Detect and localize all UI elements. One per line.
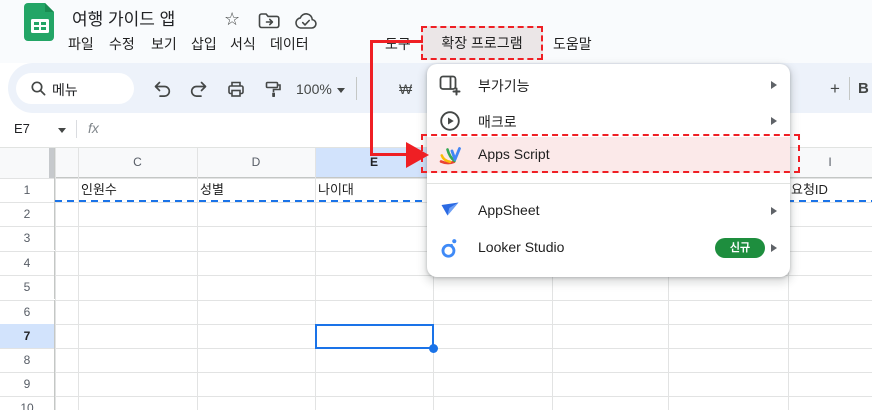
fx-label: fx bbox=[88, 120, 99, 136]
dropdown-item-label: 부가기능 bbox=[478, 78, 530, 94]
gridline bbox=[78, 148, 79, 410]
submenu-arrow-icon bbox=[771, 244, 777, 252]
annotation-line bbox=[370, 153, 410, 156]
dropdown-item-looker-studio[interactable]: Looker Studio 신규 bbox=[427, 230, 790, 266]
column-header-c[interactable]: C bbox=[78, 148, 197, 177]
column-header-d[interactable]: D bbox=[197, 148, 315, 177]
menu-insert[interactable]: 삽입 bbox=[189, 31, 219, 57]
row-header-10[interactable]: 10 bbox=[0, 396, 55, 410]
row-header-6[interactable]: 6 bbox=[0, 300, 55, 324]
row-header-2[interactable]: 2 bbox=[0, 202, 55, 226]
name-box[interactable]: E7 bbox=[14, 121, 30, 136]
gridline bbox=[0, 372, 872, 373]
row-header-5[interactable]: 5 bbox=[0, 275, 55, 299]
column-header-b[interactable] bbox=[55, 148, 78, 177]
menu-tools[interactable]: 도구 bbox=[383, 31, 413, 57]
menu-view[interactable]: 보기 bbox=[149, 31, 179, 57]
macro-play-icon bbox=[439, 110, 463, 132]
zoom-value[interactable]: 100% bbox=[296, 81, 332, 97]
dropdown-item-label: Looker Studio bbox=[478, 239, 565, 255]
cell-d1[interactable]: 성별 bbox=[200, 178, 224, 202]
menu-file[interactable]: 파일 bbox=[66, 31, 96, 57]
star-icon[interactable]: ☆ bbox=[224, 9, 240, 30]
looker-studio-icon bbox=[439, 237, 463, 259]
dropdown-item-label: 매크로 bbox=[478, 114, 517, 130]
annotation-line bbox=[370, 40, 423, 43]
row-header-7[interactable]: 7 bbox=[0, 324, 55, 348]
submenu-arrow-icon bbox=[771, 207, 777, 215]
menu-data[interactable]: 데이터 bbox=[268, 31, 311, 57]
gridline bbox=[0, 396, 872, 397]
gridline bbox=[197, 148, 198, 410]
addon-icon bbox=[439, 74, 463, 96]
google-sheets-window: 여행 가이드 앱 ☆ 파일 수정 보기 삽입 서식 데이터 도구 확장 프로그램… bbox=[0, 0, 872, 410]
menu-edit[interactable]: 수정 bbox=[107, 31, 137, 57]
dropdown-item-appsheet[interactable]: AppSheet bbox=[427, 193, 790, 229]
zoom-caret-icon[interactable] bbox=[337, 88, 345, 93]
dropdown-item-label: AppSheet bbox=[478, 202, 540, 218]
add-button[interactable]: + bbox=[830, 79, 840, 99]
gridline bbox=[315, 148, 316, 410]
row-header-3[interactable]: 3 bbox=[0, 226, 55, 250]
dropdown-item-addons[interactable]: 부가기능 bbox=[427, 67, 790, 103]
row-header-9[interactable]: 9 bbox=[0, 372, 55, 396]
corner-edge bbox=[49, 148, 54, 178]
selected-cell-e7[interactable] bbox=[315, 324, 434, 349]
cell-c1[interactable]: 인원수 bbox=[81, 178, 117, 202]
currency-format-button[interactable]: ₩ bbox=[399, 81, 412, 97]
fill-handle[interactable] bbox=[429, 344, 438, 353]
row-header-1[interactable]: 1 bbox=[0, 178, 55, 202]
gridline bbox=[55, 148, 56, 410]
menu-format[interactable]: 서식 bbox=[228, 31, 258, 57]
annotation-line bbox=[370, 40, 373, 156]
new-badge: 신규 bbox=[715, 238, 765, 258]
paint-format-icon[interactable] bbox=[263, 79, 283, 99]
row-header-4[interactable]: 4 bbox=[0, 251, 55, 275]
bold-button[interactable]: B bbox=[858, 80, 869, 97]
dropdown-separator bbox=[427, 183, 790, 184]
search-icon bbox=[30, 80, 47, 97]
sheets-logo-icon[interactable] bbox=[22, 3, 58, 41]
search-placeholder: 메뉴 bbox=[52, 82, 78, 98]
column-header-i[interactable]: I bbox=[788, 148, 872, 177]
menu-extensions[interactable]: 확장 프로그램 bbox=[421, 26, 543, 60]
toolbar-divider bbox=[356, 77, 357, 100]
submenu-arrow-icon bbox=[771, 117, 777, 125]
document-title[interactable]: 여행 가이드 앱 bbox=[72, 5, 175, 30]
cell-i1[interactable]: 요청ID bbox=[791, 178, 872, 202]
undo-icon[interactable] bbox=[152, 79, 172, 99]
appsheet-icon bbox=[439, 200, 463, 222]
move-folder-icon[interactable] bbox=[258, 13, 280, 29]
annotation-apps-script-box bbox=[421, 134, 800, 173]
toolbar-divider-right bbox=[849, 77, 850, 100]
print-icon[interactable] bbox=[226, 79, 246, 99]
row-header-8[interactable]: 8 bbox=[0, 348, 55, 372]
formula-bar-divider bbox=[76, 120, 77, 138]
name-box-caret-icon[interactable] bbox=[58, 128, 66, 133]
menu-help[interactable]: 도움말 bbox=[551, 31, 594, 57]
cell-e1[interactable]: 나이대 bbox=[318, 178, 354, 202]
cloud-status-icon[interactable] bbox=[294, 13, 318, 30]
gridline bbox=[0, 324, 872, 325]
submenu-arrow-icon bbox=[771, 81, 777, 89]
select-all-corner[interactable] bbox=[0, 148, 55, 178]
gridline bbox=[0, 300, 872, 301]
redo-icon[interactable] bbox=[189, 79, 209, 99]
